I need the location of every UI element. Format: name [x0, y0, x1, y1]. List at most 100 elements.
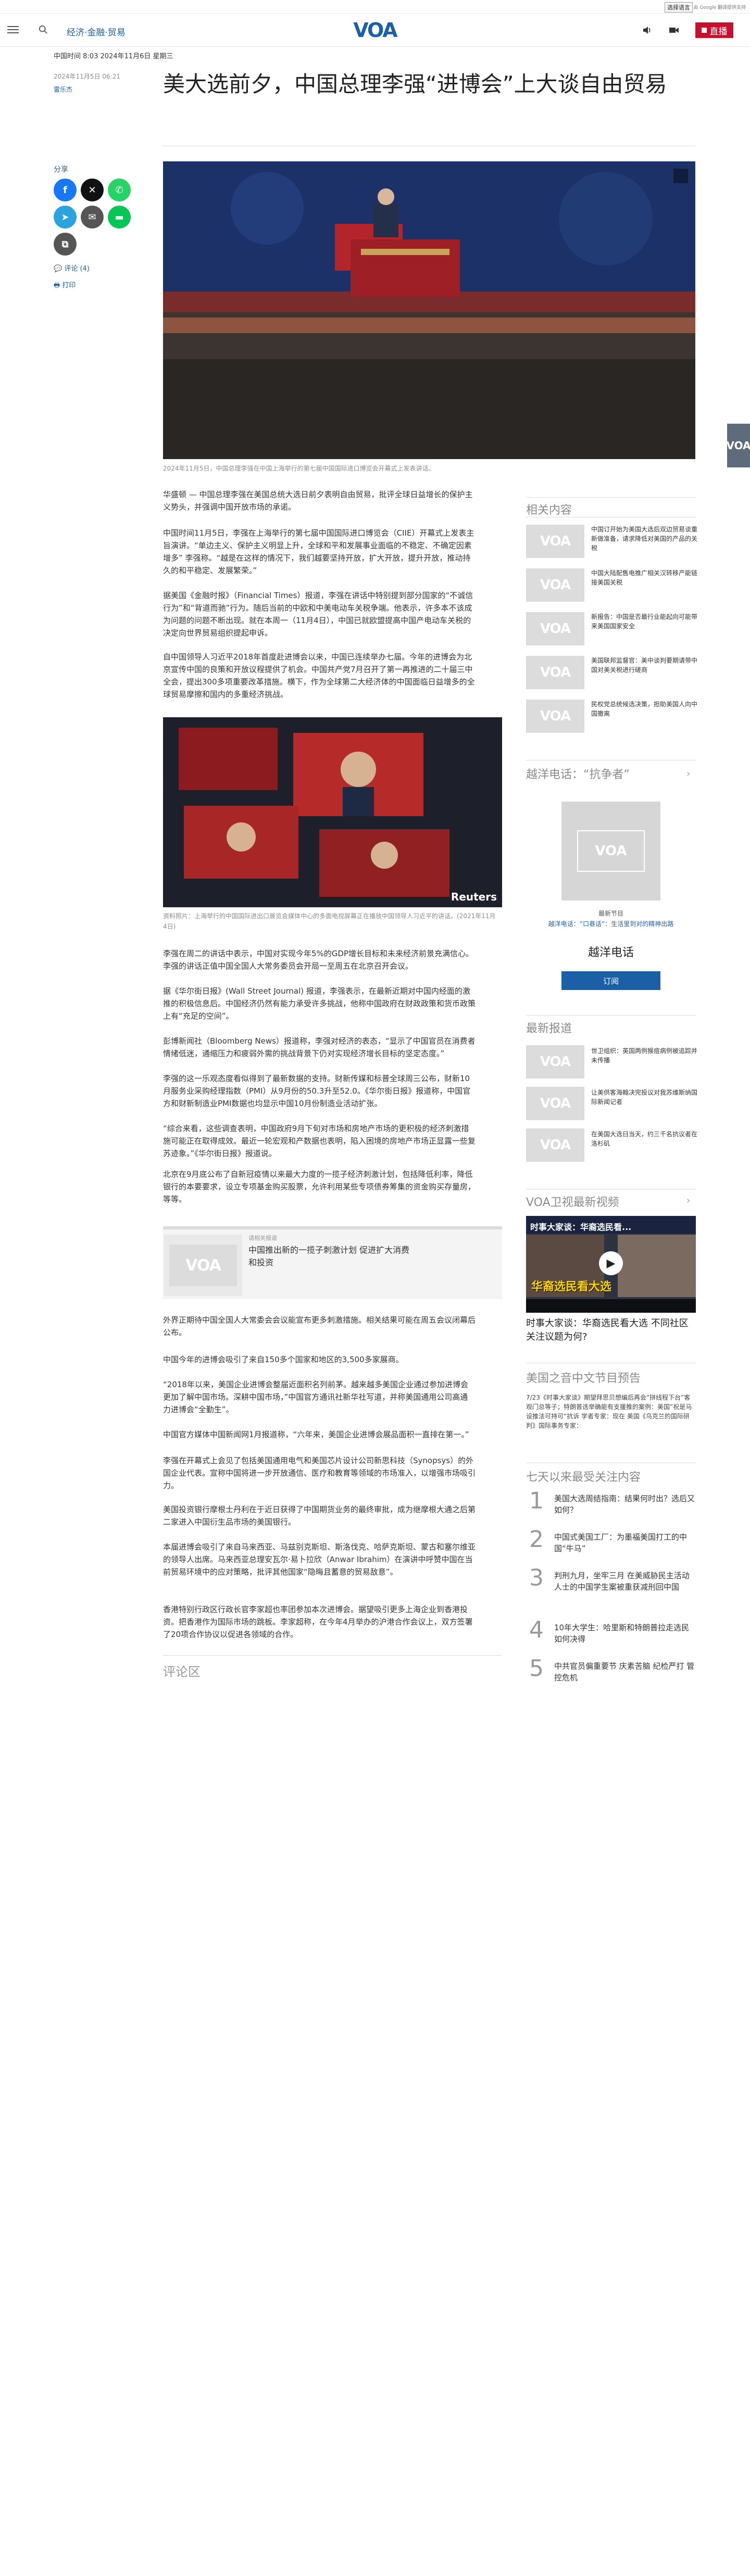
print-icon: 🖶 — [54, 282, 63, 289]
share-row-1: f ✕ ✆ — [54, 179, 131, 201]
related-item[interactable]: 中国大陆配售电推广相关汉转移产能链接美国关税 — [591, 568, 698, 587]
voa-logo[interactable]: VOA — [348, 19, 402, 42]
radio-thumb[interactable]: VOA — [561, 802, 660, 900]
chevron-right-icon[interactable]: › — [686, 1195, 690, 1206]
paragraph: 北京在9月底公布了自新冠疫情以来最大力度的一揽子经济刺激计划，包括降低利率，降低… — [163, 1170, 476, 1204]
paragraph: 中国官方媒体中国新闻网1月报道称，“六年来，美国企业进博会展品面积一直排在第一。… — [163, 1430, 469, 1439]
related-thumb: VOA — [169, 1245, 237, 1286]
speaker-icon[interactable] — [642, 25, 652, 35]
site-header: 经济·金融·贸易 VOA 直播 — [0, 14, 750, 47]
sidebar-divider — [526, 1015, 696, 1016]
related-thumb[interactable]: VOA — [526, 612, 584, 645]
paragraph: 中国时间11月5日，李强在上海举行的第七届中国国际进口博览会（CIIE）开幕式上… — [163, 528, 474, 575]
comments-heading: 评论区 — [163, 1665, 201, 1679]
comments-link-label: 评论 (4) — [64, 265, 90, 273]
podcast-heading: 美国之音中文节目预告 — [526, 1372, 641, 1385]
floating-voa-widget[interactable]: VOA — [726, 424, 750, 467]
section-link[interactable]: 经济·金融·贸易 — [67, 25, 126, 38]
hero-caption: 2024年11月5日，中国总理李强在中国上海举行的第七届中国国际进口博览会开幕式… — [163, 465, 435, 472]
menu-icon[interactable] — [7, 24, 19, 35]
telegram-icon[interactable]: ➤ — [54, 206, 77, 229]
comments-divider — [163, 1655, 502, 1656]
paragraph: 李强的这一乐观态度看似得到了最新数据的支持。财新传媒和标普全球周三公布，财新10… — [163, 1074, 471, 1108]
utility-bar: 选择语言 由 Google 翻译提供支持 — [0, 0, 750, 14]
paragraph: 李强在开幕式上会见了包括美国通用电气和美国芯片设计公司新思科技（Synopsys… — [163, 1456, 476, 1490]
video-player[interactable]: 时事大家谈：华裔选民看... 华裔选民看大选 ▶ — [526, 1216, 696, 1313]
paragraph: 美国投资银行摩根士丹利在于近日获得了中国期货业务的最终审批，成为继摩根大通之后第… — [163, 1505, 476, 1527]
related-item[interactable]: 民权党总统候选决策，担助美国人向中国撤离 — [591, 700, 698, 718]
popular-item[interactable]: 中共官员偏重要节 庆素苦脑 纪检严打 管控危机 — [554, 1660, 695, 1683]
language-select[interactable]: 选择语言 — [665, 2, 693, 12]
radio-episode[interactable]: 越洋电话：“口巷话”：生活里到对的精神出路 — [526, 919, 696, 928]
article-date: 2024年11月5日 06:21 — [54, 73, 120, 80]
live-button[interactable]: 直播 — [695, 22, 733, 38]
paragraph: 李强在周二的讲话中表示，中国对实现今年5%的GDP增长目标和未来经济前景充满信心… — [163, 949, 474, 971]
article-title: 美大选前夕，中国总理李强“进博会”上大谈自由贸易 — [163, 71, 667, 97]
related-thumb[interactable]: VOA — [526, 568, 584, 602]
rank-number: 5 — [529, 1655, 544, 1682]
popular-item[interactable]: 美国大选周结指南：结果何时出？选后又如何？ — [554, 1493, 695, 1516]
rank-number: 1 — [529, 1488, 544, 1514]
video-caption[interactable]: 时事大家谈：华裔选民看大选 不同社区关注议题为何? — [526, 1317, 696, 1344]
related-thumb[interactable]: VOA — [526, 700, 584, 733]
comments-link[interactable]: 💬 评论 (4) — [54, 263, 90, 273]
paragraph: “2018年以来，美国企业进博会整届近面积名列前茅。越来越多美国企业通过参加进博… — [163, 1380, 468, 1414]
sidebar-divider — [526, 497, 696, 498]
latest-thumb[interactable]: VOA — [526, 1087, 584, 1120]
voa-logo: VOA — [577, 830, 645, 872]
video-banner: 时事大家谈：华裔选民看... — [526, 1216, 696, 1234]
paragraph: 华盛顿 — 中国总理李强在美国总统大选日前夕表明自由贸易，批评全球日益增长的保护… — [163, 490, 473, 512]
expand-icon[interactable] — [673, 169, 688, 183]
radio-heading[interactable]: 越洋电话：“抗争者” — [526, 765, 630, 782]
related-item[interactable]: 新报告：中国是否最行业能起向可能带来美国国家安全 — [591, 612, 698, 631]
latest-thumb[interactable]: VOA — [526, 1128, 584, 1162]
paragraph: 彭博新闻社（Bloomberg News）报道称，李强对经济的表态，“显示了中国… — [163, 1036, 476, 1058]
copy-link-icon[interactable]: ⧉ — [54, 233, 77, 256]
video-frame-right — [618, 1235, 696, 1297]
print-link-label: 打印 — [62, 282, 76, 289]
latest-item[interactable]: 在美国大选日当天，约三千名抗议者在洛杉矶 — [591, 1130, 698, 1148]
paragraph: 本届进博会吸引了来自马来西亚、马兹别克斯坦、斯洛伐克、哈萨克斯坦、蒙古和塞尔维亚… — [163, 1542, 476, 1577]
article-author[interactable]: 雷乐杰 — [54, 85, 72, 94]
related-heading: 相关内容 — [526, 504, 572, 517]
rank-number: 3 — [529, 1565, 544, 1591]
latest-thumb[interactable]: VOA — [526, 1045, 584, 1078]
related-article-box[interactable]: VOA 请相关报道 中国推出新的一揽子刺激计划 促进扩大消费和投资 — [163, 1226, 502, 1299]
rank-number: 2 — [529, 1526, 544, 1553]
subscribe-button[interactable]: 订阅 — [561, 971, 660, 990]
email-icon[interactable]: ✉ — [81, 206, 104, 229]
popular-item[interactable]: 判刑九月，坐牢三月 在美威胁民主活动人士的中国学生案被重获减刑回中国 — [554, 1570, 695, 1593]
paragraph: 据《华尔街日报》(Wall Street Journal) 报道，李强表示，在最… — [163, 986, 476, 1021]
share-label: 分享 — [54, 166, 68, 174]
x-twitter-icon[interactable]: ✕ — [81, 179, 104, 201]
video-camera-icon[interactable] — [669, 25, 679, 35]
comment-icon: 💬 — [54, 265, 65, 273]
paragraph: 香港特别行政区行政长官李家超也率团参加本次进博会。据望吸引更多上海企业到香港投资… — [163, 1605, 473, 1639]
related-thumb[interactable]: VOA — [526, 656, 584, 689]
breadcrumb: 中国时间 8:03 2024年11月6日 星期三 — [54, 50, 173, 60]
related-box-title: 中国推出新的一揽子刺激计划 促进扩大消费和投资 — [248, 1245, 410, 1267]
line-icon[interactable]: ▬ — [108, 206, 131, 229]
inline-illustration — [179, 728, 449, 897]
hero-illustration — [163, 161, 695, 459]
live-label: 直播 — [709, 26, 728, 37]
play-icon[interactable]: ▶ — [599, 1251, 623, 1275]
podcast-text: 7/23《时事大家谈》期望拜思贝想编后再会“拼线程下台”客观门总等子；特朗普选举… — [526, 1394, 692, 1429]
video-heading[interactable]: VOA卫视最新视频 — [526, 1193, 619, 1210]
latest-item[interactable]: 世卫组织：英国两例猴痘病例被追踪并未传播 — [591, 1046, 698, 1065]
chevron-right-icon[interactable]: › — [686, 768, 690, 779]
rank-number: 4 — [529, 1617, 544, 1643]
floating-widget-logo: VOA — [726, 439, 750, 452]
search-icon[interactable] — [39, 25, 48, 34]
facebook-icon[interactable]: f — [54, 179, 77, 201]
related-box-label: 请相关报道 — [248, 1235, 277, 1241]
latest-item[interactable]: 让美供客海翰决完投议对我苏维斯纳国际新闻记者 — [591, 1088, 698, 1107]
whatsapp-icon[interactable]: ✆ — [108, 179, 131, 201]
video-controls[interactable] — [526, 1299, 696, 1313]
related-item[interactable]: 中国订开始为美国大选后双边贸易谈重新做准备，请求降低对美国的产品的关税 — [591, 525, 698, 553]
popular-item[interactable]: 中国式美国工厂：为墨福美国打工的中国“牛马” — [554, 1531, 695, 1554]
print-link[interactable]: 🖶 打印 — [54, 280, 76, 292]
related-thumb[interactable]: VOA — [526, 525, 584, 558]
popular-item[interactable]: 10年大学生：哈里斯和特朗普拉走选民如何决得 — [554, 1622, 695, 1645]
related-item[interactable]: 美国联邦监督官：美中谈判要期请带中国对美关税进行磋商 — [591, 656, 698, 675]
